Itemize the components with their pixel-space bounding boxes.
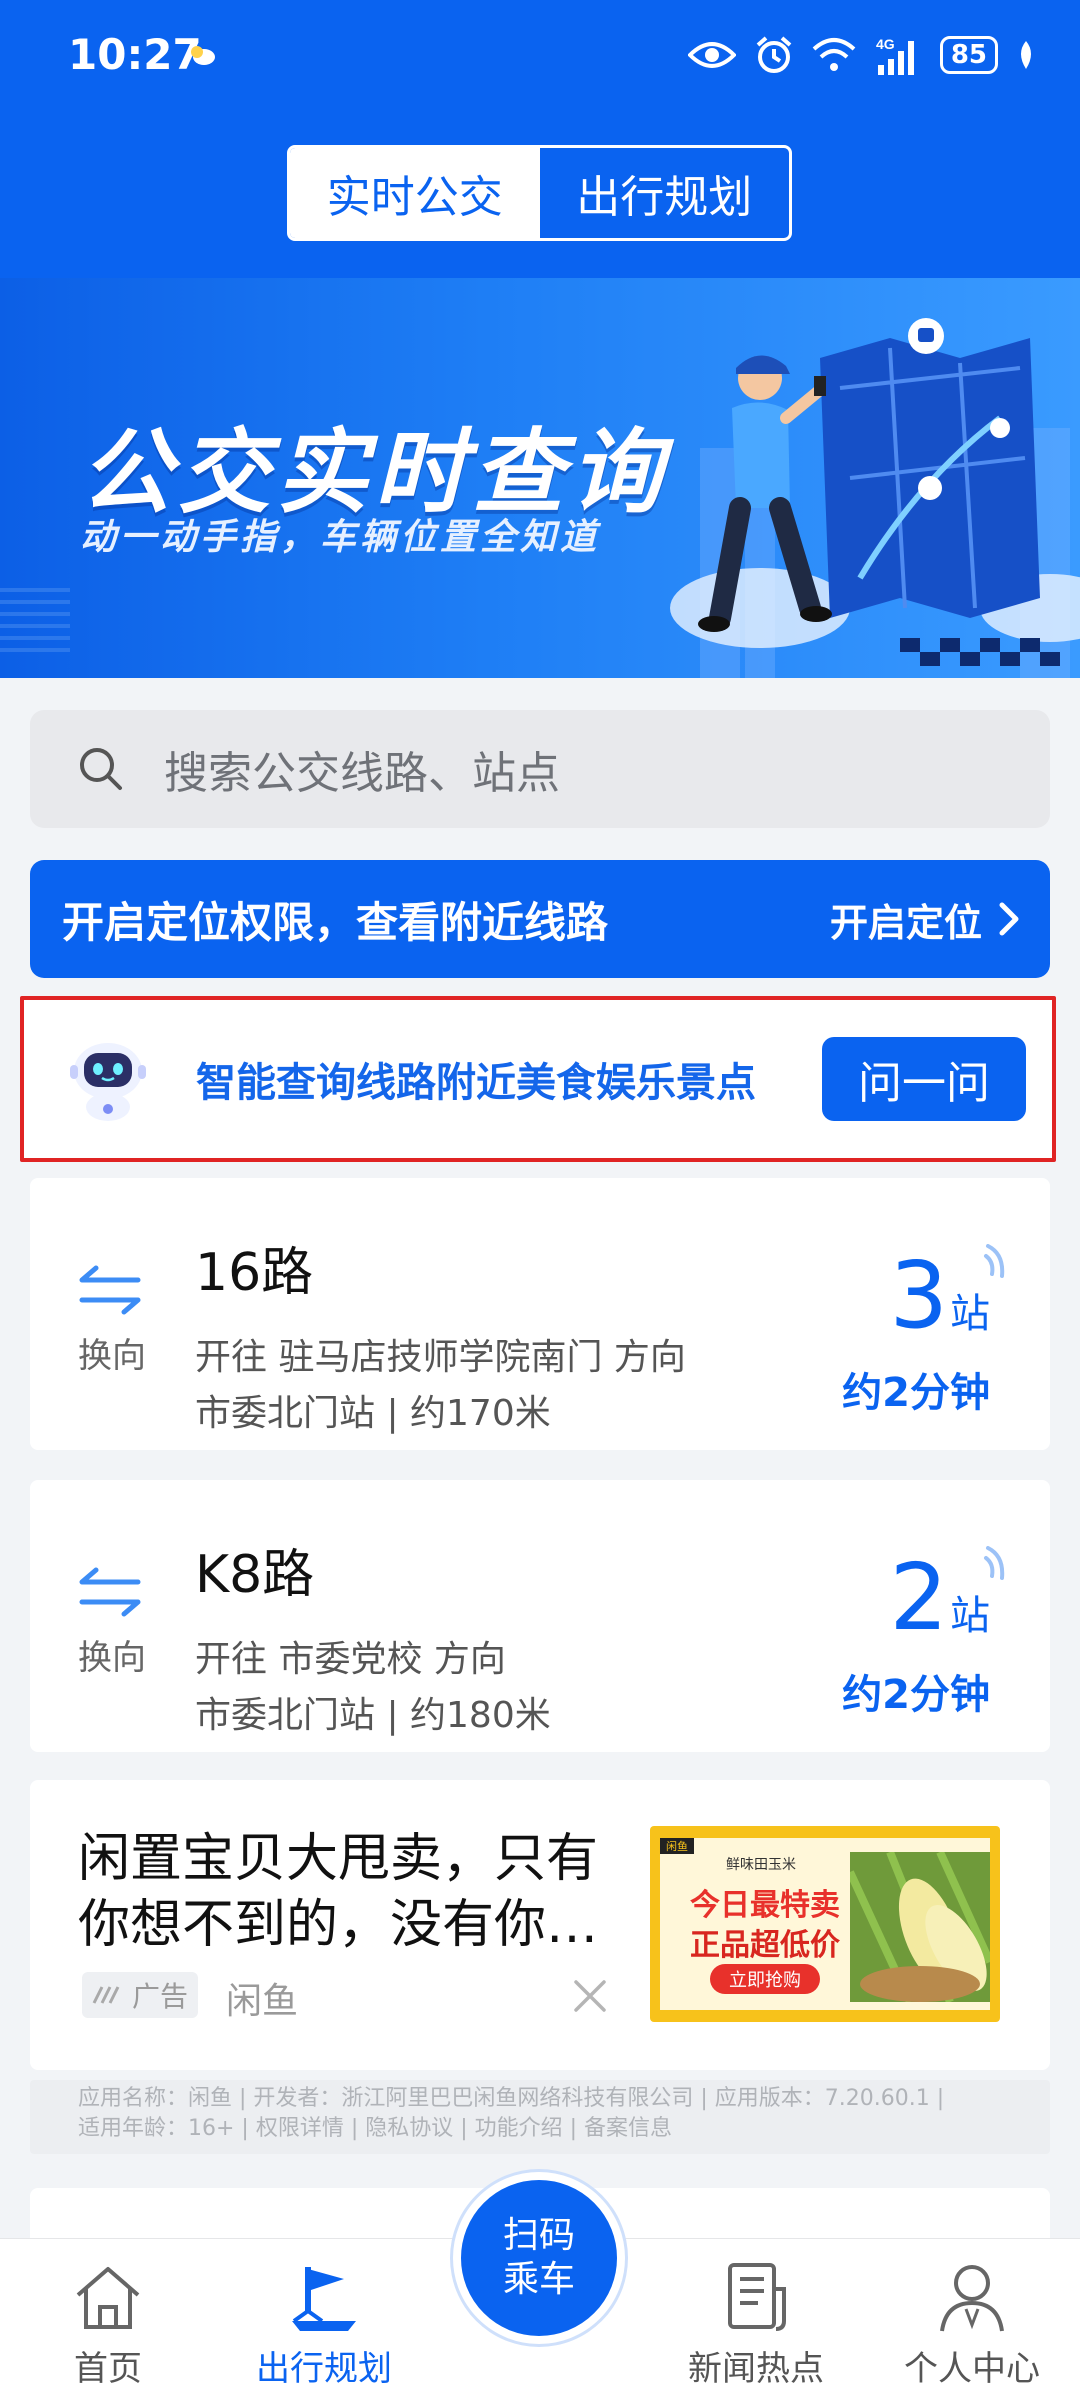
robot-icon bbox=[70, 1043, 146, 1121]
ad-app-info: 应用名称：闲鱼 | 开发者：浙江阿里巴巴闲鱼网络科技有限公司 | 应用版本：7.… bbox=[30, 2080, 1050, 2154]
enable-location-label: 开启定位 bbox=[829, 900, 982, 945]
scan-label-line2: 乘车 bbox=[502, 2259, 575, 2300]
route-card[interactable]: 换向 K8路 开往 市委党校 方向 市委北门站 | 约180米 2 站 约2分钟 bbox=[30, 1480, 1050, 1752]
stops-away: 2 站 bbox=[889, 1552, 990, 1644]
eta: 约2分钟 bbox=[842, 1370, 990, 1416]
ad-image-brand: 鲜味田玉米 bbox=[726, 1857, 796, 1873]
ad-app-info-line1: 应用名称：闲鱼 | 开发者：浙江阿里巴巴闲鱼网络科技有限公司 | 应用版本：7.… bbox=[78, 2086, 945, 2111]
location-prompt: 开启定位权限，查看附近线路 bbox=[62, 897, 609, 947]
stops-away: 3 站 bbox=[889, 1250, 990, 1342]
stops-away-count: 3 bbox=[889, 1242, 948, 1349]
search-bar[interactable]: 搜索公交线路、站点 bbox=[30, 710, 1050, 828]
svg-text:4G: 4G bbox=[876, 36, 895, 52]
route-direction: 开往 市委党校 方向 bbox=[195, 1639, 506, 1680]
close-icon[interactable] bbox=[570, 1976, 610, 2016]
realtime-signal-icon bbox=[984, 1546, 1005, 1580]
swap-direction-label: 换向 bbox=[78, 1336, 146, 1376]
corn-image bbox=[850, 1852, 990, 2002]
eye-icon bbox=[687, 42, 736, 68]
ad-image-headline: 今日最特卖 bbox=[690, 1888, 840, 1923]
tab-home[interactable]: 首页 bbox=[0, 2239, 216, 2403]
ai-assistant-text: 智能查询线路附近美食娱乐景点 bbox=[196, 1060, 756, 1106]
tab-news-label: 新闻热点 bbox=[688, 2349, 824, 2389]
realtime-signal-icon bbox=[984, 1244, 1005, 1278]
flag-icon bbox=[292, 2267, 356, 2331]
wifi-icon bbox=[812, 38, 856, 71]
enable-location-button[interactable]: 开启定位 bbox=[830, 892, 1020, 947]
tab-profile-label: 个人中心 bbox=[904, 2349, 1040, 2389]
battery-level: 85 bbox=[950, 40, 987, 70]
news-icon bbox=[728, 2263, 786, 2331]
ad-tag-text: 广告 bbox=[132, 1980, 189, 2013]
ad-app-info-line2[interactable]: 适用年龄：16+ | 权限详情 | 隐私协议 | 功能介绍 | 备案信息 bbox=[78, 2114, 1002, 2144]
ad-source: 闲鱼 bbox=[226, 1981, 299, 2022]
route-name: 16路 bbox=[195, 1243, 314, 1303]
banner-subtitle: 动一动手指，车辆位置全知道 bbox=[80, 517, 601, 558]
cellular-signal-icon: 4G bbox=[876, 36, 914, 75]
battery-indicator: 85 bbox=[939, 36, 998, 74]
swap-direction-icon[interactable] bbox=[76, 1566, 144, 1618]
ad-card[interactable]: 闲置宝贝大甩卖，只有你想不到的，没有你… 广告 闲鱼 闲鱼 鲜味田玉米 今日最特… bbox=[30, 1780, 1050, 2070]
weather-icon bbox=[191, 46, 215, 65]
status-bar: 10:27 4G 85 bbox=[0, 0, 1080, 110]
tab-trip-planning[interactable]: 出行规划 bbox=[540, 148, 790, 238]
swap-direction-label: 换向 bbox=[78, 1638, 146, 1678]
route-direction: 开往 驻马店技师学院南门 方向 bbox=[195, 1337, 686, 1378]
app-header: 10:27 4G 85 实时公交 出行规划 bbox=[0, 0, 1080, 278]
search-icon bbox=[80, 748, 122, 790]
home-icon bbox=[76, 2267, 140, 2329]
map-walker-illustration bbox=[698, 318, 1060, 666]
ad-image[interactable]: 闲鱼 鲜味田玉米 今日最特卖 正品超低价 立即抢购 bbox=[650, 1826, 1000, 2022]
swap-direction-icon[interactable] bbox=[76, 1264, 144, 1316]
route-card[interactable]: 换向 16路 开往 驻马店技师学院南门 方向 市委北门站 | 约170米 3 站… bbox=[30, 1178, 1050, 1450]
ad-mark-icon bbox=[92, 1986, 120, 2004]
chevron-right-icon bbox=[999, 902, 1019, 936]
ask-button[interactable]: 问一问 bbox=[822, 1037, 1026, 1121]
user-icon bbox=[940, 2265, 1004, 2332]
tab-trip-plan-label: 出行规划 bbox=[256, 2349, 392, 2389]
alarm-icon bbox=[756, 36, 792, 73]
route-stop-distance: 市委北门站 | 约180米 bbox=[195, 1695, 551, 1736]
mode-segment: 实时公交 出行规划 bbox=[287, 145, 792, 241]
ai-assistant-card[interactable]: 智能查询线路附近美食娱乐景点 问一问 bbox=[20, 996, 1056, 1162]
ad-image-logo: 闲鱼 bbox=[660, 1838, 694, 1854]
stops-away-unit: 站 bbox=[950, 1291, 990, 1337]
tab-realtime-bus[interactable]: 实时公交 bbox=[290, 148, 540, 238]
tab-profile[interactable]: 个人中心 bbox=[864, 2239, 1080, 2403]
stops-away-count: 2 bbox=[889, 1544, 948, 1651]
scan-to-ride-button[interactable]: 扫码 乘车 bbox=[453, 2172, 625, 2344]
ad-label: 广告 bbox=[82, 1972, 199, 2018]
location-permission-bar[interactable]: 开启定位权限，查看附近线路 开启定位 bbox=[30, 860, 1050, 978]
eta: 约2分钟 bbox=[842, 1672, 990, 1718]
status-time: 10:27 bbox=[68, 30, 202, 79]
promo-banner[interactable]: 公交实时查询 动一动手指，车辆位置全知道 bbox=[0, 278, 1080, 678]
leaf-icon bbox=[1021, 41, 1031, 69]
ad-title: 闲置宝贝大甩卖，只有你想不到的，没有你… bbox=[78, 1829, 599, 1955]
route-stop-distance: 市委北门站 | 约170米 bbox=[195, 1393, 551, 1434]
tab-home-label: 首页 bbox=[74, 2349, 142, 2389]
tab-trip-plan[interactable]: 出行规划 bbox=[216, 2239, 432, 2403]
scan-label-line1: 扫码 bbox=[502, 2215, 575, 2256]
status-icons: 4G 85 bbox=[687, 30, 1036, 80]
search-placeholder: 搜索公交线路、站点 bbox=[164, 748, 560, 799]
ad-image-subheadline: 正品超低价 bbox=[690, 1928, 840, 1963]
ad-image-cta: 立即抢购 bbox=[710, 1964, 820, 1994]
route-name: K8路 bbox=[195, 1545, 315, 1605]
ad-image-content: 闲鱼 鲜味田玉米 今日最特卖 正品超低价 立即抢购 bbox=[660, 1838, 990, 2010]
tab-news[interactable]: 新闻热点 bbox=[648, 2239, 864, 2403]
stops-away-unit: 站 bbox=[950, 1593, 990, 1639]
